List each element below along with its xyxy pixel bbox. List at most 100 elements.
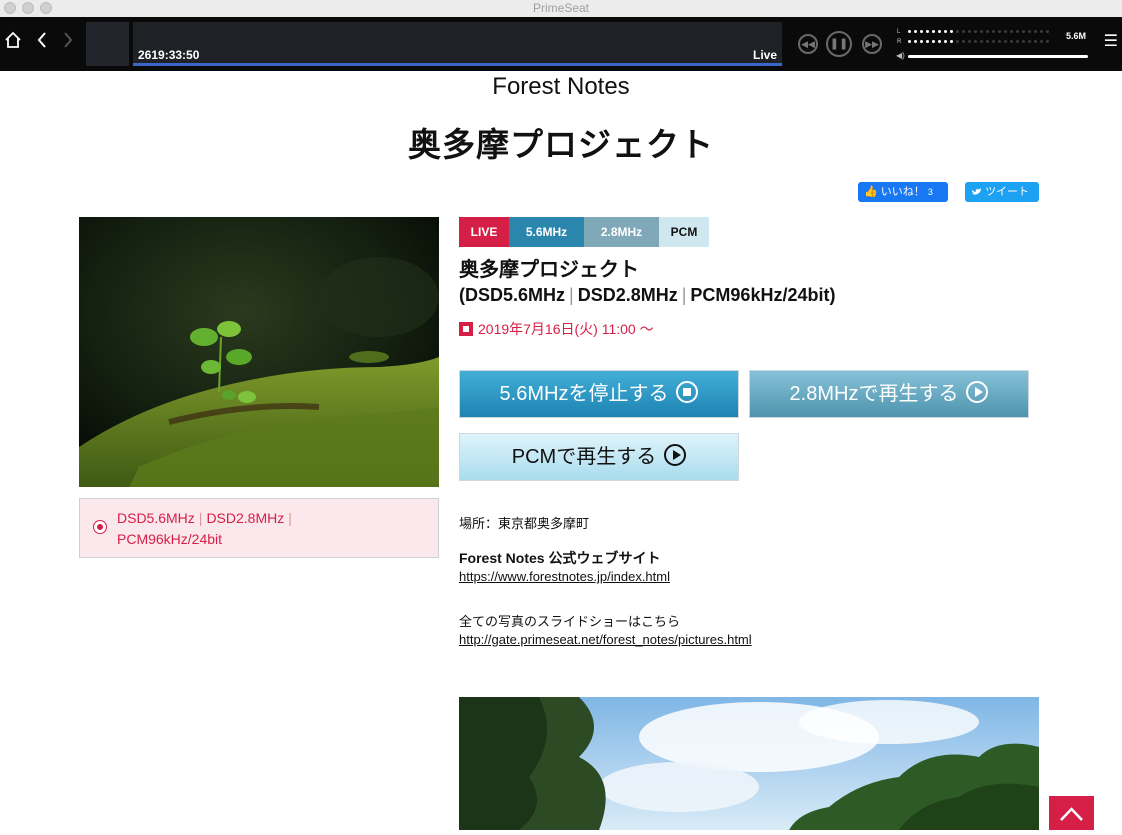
- meter-dot: [1004, 40, 1007, 43]
- meter-dot: [974, 30, 977, 33]
- window-titlebar: PrimeSeat: [0, 0, 1122, 18]
- meter-dot: [1004, 30, 1007, 33]
- meter-dot: [938, 40, 941, 43]
- now-playing-thumbnail: [86, 22, 129, 66]
- timeline-seekbar[interactable]: 2619:33:50 Live: [133, 22, 782, 66]
- stop-56mhz-label: 5.6MHzを停止する: [499, 383, 669, 405]
- event-format-1: (DSD5.6MHz: [459, 285, 566, 305]
- meter-dot: [914, 30, 917, 33]
- meter-dot: [968, 30, 971, 33]
- format-radio[interactable]: [93, 520, 107, 534]
- elapsed-time: 2619:33:50: [138, 48, 200, 62]
- event-date-text: 2019年7月16日(火) 11:00 〜: [478, 321, 654, 337]
- event-photo: [79, 217, 439, 487]
- meter-dot: [914, 40, 917, 43]
- meter-dot: [980, 40, 983, 43]
- meter-dot: [1040, 30, 1043, 33]
- play-pcm-button[interactable]: PCMで再生する: [459, 433, 739, 481]
- play-28mhz-label: 2.8MHzで再生する: [789, 383, 959, 405]
- location-text: 場所：東京都奥多摩町: [459, 516, 590, 531]
- meter-dot: [962, 40, 965, 43]
- window-title: PrimeSeat: [532, 1, 590, 15]
- volume-slider[interactable]: [908, 55, 1088, 58]
- slideshow-text: 全ての写真のスライドショーはこちら: [459, 614, 681, 629]
- format-list: DSD5.6MHz | DSD2.8MHz | PCM96kHz/24bit: [117, 508, 417, 550]
- format-badges: LIVE 5.6MHz 2.8MHz PCM: [459, 217, 709, 247]
- meter-dot: [956, 30, 959, 33]
- fast-forward-icon[interactable]: ▶▶: [862, 34, 882, 54]
- player-bar: 2619:33:50 Live ◀◀ ❚❚ ▶▶ L R 5.6M ◀) ☰: [0, 17, 1122, 71]
- format-dsd28: DSD2.8MHz: [206, 510, 285, 526]
- pause-icon[interactable]: ❚❚: [826, 31, 852, 57]
- menu-icon[interactable]: ☰: [1104, 31, 1118, 51]
- like-label: いいね！: [880, 186, 925, 198]
- tweet-button[interactable]: ツイート: [965, 182, 1039, 202]
- format-separator: |: [681, 285, 687, 305]
- format-separator: |: [569, 285, 574, 305]
- site-brand: Forest Notes: [492, 73, 630, 100]
- format-pcm: PCM96kHz/24bit: [117, 531, 223, 547]
- event-format-2: DSD2.8MHz: [577, 285, 678, 305]
- meter-dot: [992, 40, 995, 43]
- stop-56mhz-button[interactable]: 5.6MHzを停止する: [459, 370, 739, 418]
- official-site-link[interactable]: https://www.forestnotes.jp/index.html: [459, 569, 670, 584]
- meter-right-label: R: [897, 39, 902, 45]
- meter-dot: [974, 40, 977, 43]
- badge-28mhz: 2.8MHz: [584, 217, 659, 247]
- format-separator: |: [288, 510, 292, 526]
- meter-left-label: L: [897, 29, 901, 35]
- back-arrow-icon[interactable]: [36, 31, 48, 53]
- sample-rate-label: 5.6M: [1065, 31, 1086, 41]
- home-icon[interactable]: [4, 31, 22, 53]
- meter-dot: [926, 30, 929, 33]
- facebook-like-button[interactable]: 👍 いいね！ 3: [858, 182, 948, 202]
- meter-dot: [926, 40, 929, 43]
- meter-dot: [944, 40, 947, 43]
- meter-dot: [908, 40, 911, 43]
- meter-dot: [998, 40, 1001, 43]
- play-28mhz-button[interactable]: 2.8MHzで再生する: [749, 370, 1029, 418]
- chevron-up-icon: [1049, 807, 1094, 834]
- meter-dot: [1040, 40, 1043, 43]
- meter-dot: [932, 30, 935, 33]
- live-badge: LIVE: [459, 217, 509, 247]
- play-circle-icon: [966, 381, 989, 403]
- meter-dot: [950, 30, 953, 33]
- live-square-icon: [459, 322, 473, 336]
- play-circle-icon: [664, 444, 687, 466]
- meter-dot: [1034, 40, 1037, 43]
- meter-dot: [998, 30, 1001, 33]
- meter-dot: [938, 30, 941, 33]
- forward-arrow-icon[interactable]: [62, 31, 74, 53]
- meter-dot: [1022, 40, 1025, 43]
- rewind-icon[interactable]: ◀◀: [798, 34, 818, 54]
- meter-dot: [1046, 30, 1049, 33]
- meter-dot: [1016, 30, 1019, 33]
- meter-dot: [1010, 40, 1013, 43]
- meter-dot: [968, 40, 971, 43]
- site-heading: Forest Notes 公式ウェブサイト: [459, 550, 661, 566]
- format-separator: |: [198, 510, 203, 526]
- meter-dot: [920, 30, 923, 33]
- timeline-progress: [133, 63, 782, 66]
- event-date: 2019年7月16日(火) 11:00 〜: [459, 319, 654, 339]
- twitter-bird-icon: [971, 186, 985, 198]
- thumbs-up-icon: 👍: [864, 186, 878, 198]
- meter-dot: [962, 30, 965, 33]
- meter-dot: [1028, 40, 1031, 43]
- scroll-to-top-button[interactable]: [1049, 796, 1094, 830]
- meter-dot: [1022, 30, 1025, 33]
- event-format-3: PCM96kHz/24bit): [690, 285, 836, 305]
- meter-dot: [986, 30, 989, 33]
- like-count: 3: [927, 187, 933, 197]
- level-meter-left: [908, 30, 1052, 34]
- volume-icon: ◀): [896, 51, 905, 60]
- meter-dot: [908, 30, 911, 33]
- meter-dot: [920, 40, 923, 43]
- format-selector[interactable]: DSD5.6MHz | DSD2.8MHz | PCM96kHz/24bit: [79, 498, 439, 558]
- tweet-label: ツイート: [985, 186, 1030, 198]
- slideshow-link[interactable]: http://gate.primeseat.net/forest_notes/p…: [459, 632, 752, 647]
- meter-dot: [980, 30, 983, 33]
- format-dsd56: DSD5.6MHz: [117, 510, 195, 526]
- forest-sky-photo: [459, 697, 1039, 830]
